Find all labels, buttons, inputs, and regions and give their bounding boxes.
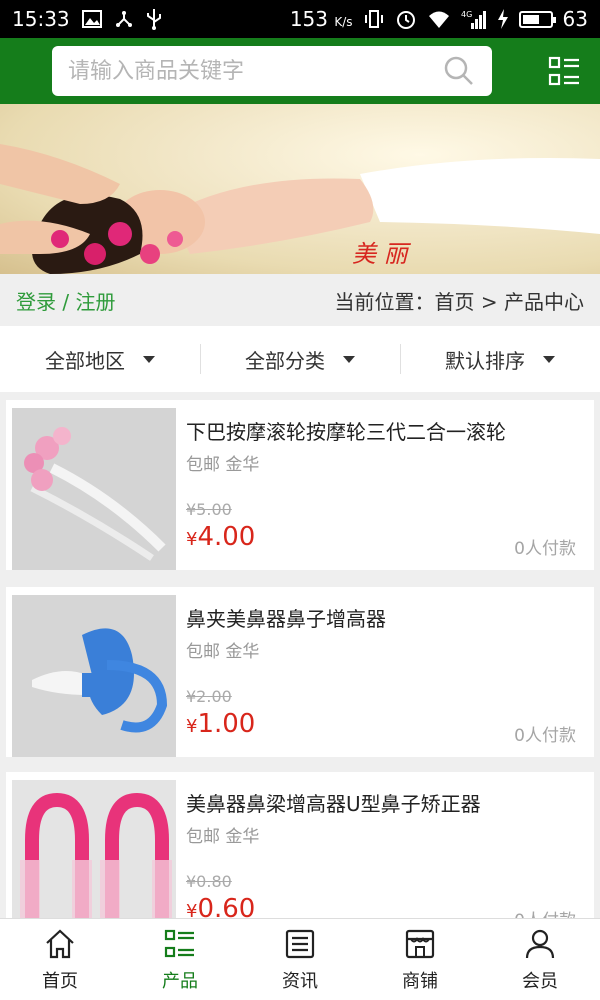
nav-store[interactable]: 商铺	[360, 919, 480, 1000]
filter-bar: 全部地区 全部分类 默认排序	[0, 326, 600, 392]
alarm-icon	[395, 8, 417, 30]
breadcrumb: 当前位置：首页 > 产品中心	[334, 289, 584, 314]
dropdown-arrow-icon	[343, 355, 355, 363]
product-image[interactable]	[12, 780, 176, 918]
product-meta: 包邮 金华	[186, 455, 260, 475]
vibrate-icon	[363, 9, 385, 29]
home-icon	[46, 929, 74, 958]
login-register-link[interactable]: 登录 / 注册	[16, 286, 115, 315]
nav-label: 产品	[162, 970, 198, 992]
network-speed: 153 K/s	[289, 7, 353, 31]
app-header	[0, 38, 600, 104]
filter-category[interactable]: 全部分类	[200, 326, 400, 392]
network-share-icon	[114, 9, 134, 29]
bottom-nav: 首页 产品 资讯 商铺 会员	[0, 918, 600, 1000]
current-price: ¥0.60	[186, 894, 256, 918]
nav-products[interactable]: 产品	[120, 919, 240, 1000]
nav-label: 首页	[42, 970, 78, 992]
current-price: ¥1.00	[186, 709, 256, 739]
member-icon	[525, 929, 555, 958]
nav-label: 商铺	[402, 970, 438, 992]
store-icon	[405, 929, 435, 958]
original-price: ¥2.00	[186, 687, 232, 706]
product-list-icon	[164, 929, 194, 957]
search-icon[interactable]	[442, 54, 476, 88]
battery-percent: 63	[562, 7, 588, 31]
nav-home[interactable]: 首页	[0, 919, 120, 1000]
product-card[interactable]: 美鼻器鼻梁增高器U型鼻子矫正器 包邮 金华 ¥0.80 ¥0.60 0人付款	[6, 772, 594, 918]
news-icon	[285, 929, 315, 958]
info-bar: 登录 / 注册 当前位置：首页 > 产品中心	[0, 274, 600, 326]
product-image[interactable]	[12, 595, 176, 757]
product-card[interactable]: 鼻夹美鼻器鼻子增高器 包邮 金华 ¥2.00 ¥1.00 0人付款	[6, 587, 594, 757]
paid-count: 0人付款	[514, 726, 576, 746]
charging-icon	[497, 9, 509, 29]
original-price: ¥0.80	[186, 872, 232, 891]
promo-banner[interactable]: 美 丽	[0, 104, 600, 274]
original-price: ¥5.00	[186, 500, 232, 519]
filter-label: 默认排序	[445, 348, 525, 373]
svg-text:4G: 4G	[461, 10, 472, 19]
dropdown-arrow-icon	[543, 355, 555, 363]
dropdown-arrow-icon	[143, 355, 155, 363]
filter-label: 全部分类	[245, 348, 325, 373]
search-box[interactable]	[52, 46, 492, 96]
product-title[interactable]: 美鼻器鼻梁增高器U型鼻子矫正器	[186, 788, 481, 817]
nav-label: 资讯	[282, 970, 318, 992]
filter-sort[interactable]: 默认排序	[400, 326, 600, 392]
status-bar: 15:33 153 K/s 4G 63	[0, 0, 600, 38]
product-meta: 包邮 金华	[186, 827, 260, 847]
filter-region[interactable]: 全部地区	[0, 326, 200, 392]
battery-icon	[518, 10, 556, 28]
product-card[interactable]: 下巴按摩滚轮按摩轮三代二合一滚轮 包邮 金华 ¥5.00 ¥4.00 0人付款	[6, 400, 594, 570]
product-image[interactable]	[12, 408, 176, 570]
product-list: 下巴按摩滚轮按摩轮三代二合一滚轮 包邮 金华 ¥5.00 ¥4.00 0人付款 …	[0, 392, 600, 918]
paid-count: 0人付款	[514, 539, 576, 559]
status-time: 15:33	[12, 7, 70, 31]
image-icon	[81, 10, 102, 28]
nav-news[interactable]: 资讯	[240, 919, 360, 1000]
nav-member[interactable]: 会员	[480, 919, 600, 1000]
current-price: ¥4.00	[186, 522, 256, 552]
filter-label: 全部地区	[45, 348, 125, 373]
product-title[interactable]: 下巴按摩滚轮按摩轮三代二合一滚轮	[186, 416, 506, 445]
banner-text: 美 丽	[352, 240, 408, 268]
signal-icon: 4G	[461, 9, 487, 29]
product-title[interactable]: 鼻夹美鼻器鼻子增高器	[186, 603, 386, 632]
product-meta: 包邮 金华	[186, 642, 260, 662]
usb-icon	[146, 8, 162, 30]
banner-image	[0, 144, 600, 274]
wifi-icon	[427, 9, 451, 29]
paid-count: 0人付款	[514, 906, 576, 918]
nav-label: 会员	[522, 970, 558, 992]
search-input[interactable]	[68, 58, 442, 84]
category-menu-icon[interactable]	[548, 54, 582, 88]
